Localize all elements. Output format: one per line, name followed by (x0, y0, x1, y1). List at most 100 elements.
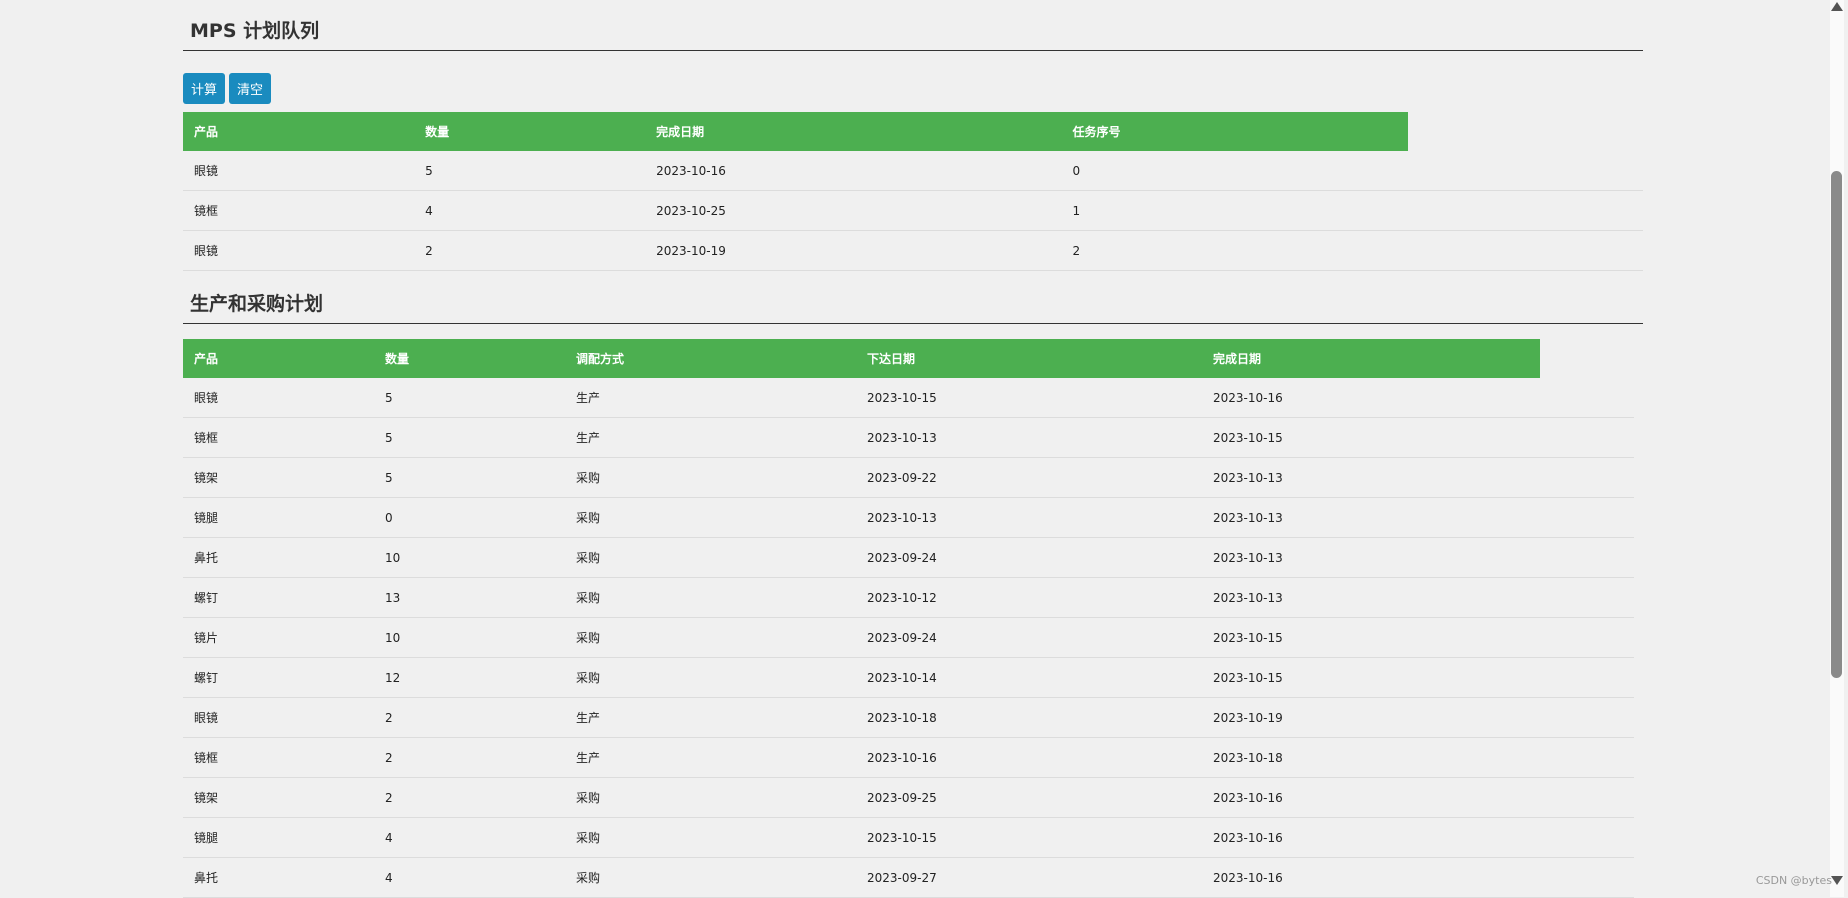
table-cell: 鼻托 (183, 537, 374, 578)
mps-queue-title: MPS 计划队列 (183, 16, 1643, 51)
column-header-allocation[interactable]: 调配方式 (565, 339, 856, 378)
table-cell: 镜腿 (183, 817, 374, 858)
table-cell: 2023-10-12 (856, 577, 1202, 618)
column-header-product[interactable]: 产品 (183, 112, 415, 151)
column-header-quantity[interactable]: 数量 (414, 112, 646, 151)
column-header-release-date[interactable]: 下达日期 (856, 339, 1202, 378)
row-spacer (1540, 497, 1634, 538)
table-cell: 镜片 (183, 617, 374, 658)
table-cell: 2023-10-14 (856, 657, 1202, 698)
row-spacer (1407, 151, 1643, 191)
table-cell: 镜腿 (183, 497, 374, 538)
table-cell: 镜架 (183, 457, 374, 498)
table-cell: 2023-09-24 (856, 617, 1202, 658)
table-cell: 采购 (565, 577, 856, 618)
table-cell: 2023-10-16 (1202, 817, 1540, 858)
table-cell: 2023-10-16 (1202, 857, 1540, 898)
table-cell: 1 (1061, 190, 1408, 231)
table-cell: 2023-09-24 (856, 537, 1202, 578)
table-cell: 2023-10-13 (1202, 537, 1540, 578)
row-spacer (1407, 230, 1643, 271)
mps-toolbar: 计算 清空 (183, 73, 272, 104)
table-cell: 2023-10-16 (1202, 777, 1540, 818)
table-cell: 2 (374, 737, 565, 778)
table-cell: 2023-10-15 (856, 817, 1202, 858)
table-cell: 2023-10-15 (1202, 417, 1540, 458)
table-cell: 生产 (565, 697, 856, 738)
table-cell: 2023-10-16 (856, 737, 1202, 778)
table-row: 镜框 4 2023-10-25 1 (183, 190, 1643, 231)
table-row: 镜框 5 生产 2023-10-13 2023-10-15 (183, 417, 1634, 458)
row-spacer (1540, 857, 1634, 898)
table-row: 镜架 5 采购 2023-09-22 2023-10-13 (183, 457, 1634, 498)
table-cell: 2023-10-18 (856, 697, 1202, 738)
scroll-up-arrow-icon[interactable] (1831, 2, 1843, 11)
table-row: 镜腿 4 采购 2023-10-15 2023-10-16 (183, 817, 1634, 858)
table-cell: 生产 (565, 737, 856, 778)
table-cell: 眼镜 (183, 697, 374, 738)
table-cell: 13 (374, 577, 565, 618)
table-cell: 2023-10-13 (856, 497, 1202, 538)
table-header-row: 产品 数量 调配方式 下达日期 完成日期 (183, 339, 1634, 378)
row-spacer (1407, 190, 1643, 231)
table-cell: 采购 (565, 777, 856, 818)
scroll-down-arrow-icon[interactable] (1831, 876, 1843, 885)
table-cell: 2023-10-16 (1202, 378, 1540, 418)
row-spacer (1540, 577, 1634, 618)
table-cell: 2023-09-22 (856, 457, 1202, 498)
table-cell: 镜框 (183, 417, 374, 458)
table-cell: 4 (414, 190, 646, 231)
header-spacer (1407, 112, 1643, 151)
table-cell: 镜框 (183, 737, 374, 778)
table-cell: 2023-10-19 (1202, 697, 1540, 738)
table-cell: 0 (1061, 151, 1408, 191)
clear-button[interactable]: 清空 (229, 73, 272, 104)
column-header-finish-date[interactable]: 完成日期 (1202, 339, 1540, 378)
table-cell: 采购 (565, 817, 856, 858)
table-cell: 2 (374, 697, 565, 738)
table-cell: 采购 (565, 857, 856, 898)
column-header-finish-date[interactable]: 完成日期 (645, 112, 1062, 151)
row-spacer (1540, 378, 1634, 418)
vertical-scrollbar[interactable] (1826, 0, 1848, 897)
table-row: 螺钉 13 采购 2023-10-12 2023-10-13 (183, 577, 1634, 618)
production-purchase-table: 产品 数量 调配方式 下达日期 完成日期 眼镜 5 生产 2023-10-15 2023… (183, 339, 1634, 898)
table-cell: 2023-09-27 (856, 857, 1202, 898)
column-header-task-index[interactable]: 任务序号 (1061, 112, 1408, 151)
table-cell: 2023-10-25 (645, 190, 1062, 231)
table-row: 镜架 2 采购 2023-09-25 2023-10-16 (183, 777, 1634, 818)
calculate-button[interactable]: 计算 (183, 73, 226, 104)
table-cell: 螺钉 (183, 657, 374, 698)
table-row: 螺钉 12 采购 2023-10-14 2023-10-15 (183, 657, 1634, 698)
row-spacer (1540, 697, 1634, 738)
table-cell: 2023-10-15 (856, 378, 1202, 418)
table-cell: 采购 (565, 537, 856, 578)
table-cell: 眼镜 (183, 378, 374, 418)
table-cell: 2023-10-15 (1202, 657, 1540, 698)
table-cell: 2023-10-13 (1202, 577, 1540, 618)
production-purchase-plan-title: 生产和采购计划 (183, 289, 1643, 324)
column-header-quantity[interactable]: 数量 (374, 339, 565, 378)
table-row: 镜框 2 生产 2023-10-16 2023-10-18 (183, 737, 1634, 778)
table-cell: 2023-10-13 (1202, 457, 1540, 498)
table-cell: 2023-10-15 (1202, 617, 1540, 658)
table-cell: 螺钉 (183, 577, 374, 618)
table-cell: 12 (374, 657, 565, 698)
table-cell: 眼镜 (183, 151, 415, 191)
table-row: 鼻托 4 采购 2023-09-27 2023-10-16 (183, 857, 1634, 898)
scrollbar-thumb[interactable] (1831, 171, 1842, 678)
table-cell: 采购 (565, 497, 856, 538)
table-cell: 10 (374, 617, 565, 658)
column-header-product[interactable]: 产品 (183, 339, 374, 378)
row-spacer (1540, 657, 1634, 698)
table-cell: 2023-10-13 (856, 417, 1202, 458)
table-cell: 2 (374, 777, 565, 818)
table-cell: 采购 (565, 457, 856, 498)
table-row: 眼镜 5 2023-10-16 0 (183, 151, 1643, 191)
table-row: 眼镜 2 2023-10-19 2 (183, 230, 1643, 271)
table-cell: 5 (374, 417, 565, 458)
watermark: CSDN @bytes (1755, 874, 1832, 887)
table-cell: 采购 (565, 617, 856, 658)
table-cell: 眼镜 (183, 230, 415, 271)
row-spacer (1540, 817, 1634, 858)
